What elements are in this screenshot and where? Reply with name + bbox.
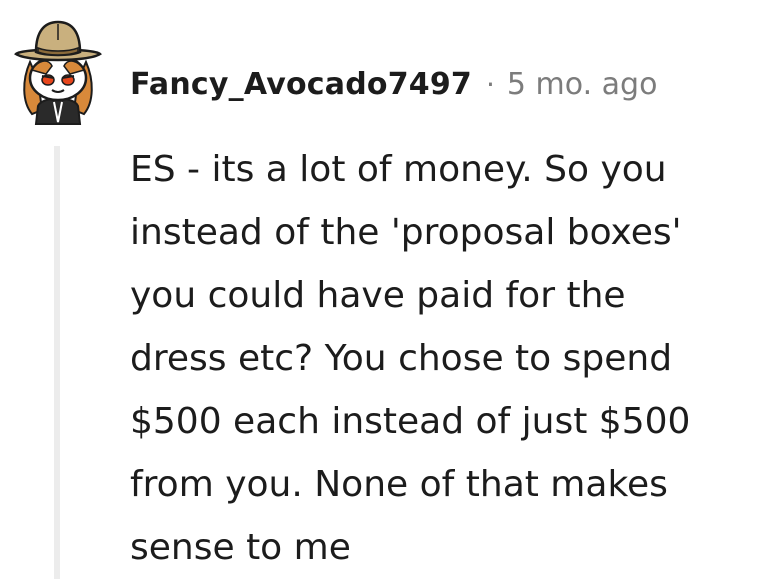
meta-separator: ·	[486, 67, 495, 101]
comment-header: Fancy_Avocado7497 · 5 mo. ago	[130, 62, 657, 106]
comment-body-line: you could have paid for the	[130, 275, 626, 316]
thread-collapse-line[interactable]	[54, 146, 60, 579]
comment-body-line: dress etc? You chose to spend	[130, 338, 673, 379]
comment-body-line: instead of the 'proposal boxes'	[130, 212, 682, 253]
user-avatar[interactable]	[8, 10, 108, 125]
snoo-cowboy-hat-avatar-icon	[14, 20, 102, 125]
comment-body-line: sense to me	[130, 527, 351, 568]
comment-timestamp[interactable]: 5 mo. ago	[507, 67, 658, 102]
comment-body-line: $500 each instead of just $500	[130, 401, 691, 442]
username-link[interactable]: Fancy_Avocado7497	[130, 67, 472, 102]
comment-body-line: from you. None of that makes	[130, 464, 668, 505]
comment: Fancy_Avocado7497 · 5 mo. ago ES - its a…	[0, 0, 771, 579]
comment-body-line: ES - its a lot of money. So you	[130, 149, 667, 190]
comment-body: ES - its a lot of money. So you instead …	[130, 138, 760, 579]
